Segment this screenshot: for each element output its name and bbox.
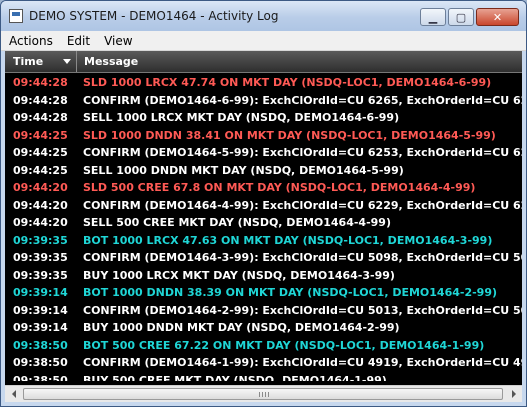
window-controls: ▁ ▢ ✕ bbox=[420, 8, 519, 26]
row-message: BOT 1000 DNDN 38.39 ON MKT DAY (NSDQ-LOC… bbox=[83, 286, 498, 300]
scroll-left-icon bbox=[11, 390, 16, 398]
menu-view[interactable]: View bbox=[97, 34, 139, 48]
horizontal-scrollbar[interactable] bbox=[5, 385, 522, 402]
row-time: 09:39:14 bbox=[13, 303, 68, 317]
table-row[interactable]: 09:39:35 CONFIRM (DEMO1464-3-99): ExchClO… bbox=[5, 249, 522, 267]
table-row[interactable]: 09:44:25 SELL 1000 DNDN MKT DAY (NSDQ, DE… bbox=[5, 162, 522, 180]
row-message: SLD 1000 LRCX 47.74 ON MKT DAY (NSDQ-LOC… bbox=[83, 76, 492, 90]
column-header-time-label: Time bbox=[13, 55, 44, 68]
table-row[interactable]: 09:39:14 CONFIRM (DEMO1464-2-99): ExchClO… bbox=[5, 302, 522, 320]
close-button[interactable]: ✕ bbox=[476, 8, 519, 26]
scrollbar-grip-icon bbox=[259, 392, 269, 397]
row-time: 09:44:28 bbox=[13, 111, 68, 125]
table-row[interactable]: 09:44:25 SLD 1000 DNDN 38.41 ON MKT DAY (… bbox=[5, 127, 522, 145]
table-row[interactable]: 09:38:50 BOT 500 CREE 67.22 ON MKT DAY (N… bbox=[5, 337, 522, 355]
column-header-time[interactable]: Time bbox=[5, 51, 77, 72]
row-message: BUY 1000 DNDN MKT DAY (NSDQ, DEMO1464-2-… bbox=[83, 321, 400, 335]
row-message: SELL 1000 LRCX MKT DAY (NSDQ, DEMO1464-6… bbox=[83, 111, 400, 125]
scroll-left-button[interactable] bbox=[5, 386, 22, 402]
minimize-icon: ▁ bbox=[428, 10, 438, 24]
row-message: CONFIRM (DEMO1464-1-99): ExchClOrdId=CU … bbox=[83, 356, 522, 370]
table-row[interactable]: 09:44:28 SELL 1000 LRCX MKT DAY (NSDQ, DE… bbox=[5, 109, 522, 127]
table-row[interactable]: 09:39:35 BUY 1000 LRCX MKT DAY (NSDQ, DEM… bbox=[5, 267, 522, 285]
row-time: 09:44:25 bbox=[13, 146, 68, 160]
row-message: CONFIRM (DEMO1464-3-99): ExchClOrdId=CU … bbox=[83, 251, 522, 265]
column-header-message-label: Message bbox=[84, 55, 139, 68]
table-row[interactable]: 09:38:50 CONFIRM (DEMO1464-1-99): ExchClO… bbox=[5, 354, 522, 372]
menu-edit[interactable]: Edit bbox=[60, 34, 97, 48]
sort-descending-icon[interactable] bbox=[63, 59, 71, 64]
menu-bar: Actions Edit View bbox=[1, 31, 526, 51]
column-header-message[interactable]: Message bbox=[77, 51, 138, 72]
row-message: SLD 500 CREE 67.8 ON MKT DAY (NSDQ-LOC1,… bbox=[83, 181, 476, 195]
row-time: 09:38:50 bbox=[13, 373, 68, 381]
row-time: 09:44:28 bbox=[13, 93, 68, 107]
row-time: 09:44:25 bbox=[13, 163, 68, 177]
scroll-right-icon bbox=[511, 390, 516, 398]
maximize-icon: ▢ bbox=[455, 10, 467, 24]
activity-log-table: Time Message 09:44:28 SLD 1000 LRCX 47.74… bbox=[5, 51, 522, 402]
row-time: 09:39:35 bbox=[13, 233, 68, 247]
row-message: BUY 1000 LRCX MKT DAY (NSDQ, DEMO1464-3-… bbox=[83, 268, 395, 282]
row-time: 09:39:35 bbox=[13, 268, 68, 282]
row-message: CONFIRM (DEMO1464-6-99): ExchClOrdId=CU … bbox=[83, 93, 522, 107]
table-row[interactable]: 09:44:20 SLD 500 CREE 67.8 ON MKT DAY (NS… bbox=[5, 179, 522, 197]
table-row[interactable]: 09:39:14 BUY 1000 DNDN MKT DAY (NSDQ, DEM… bbox=[5, 319, 522, 337]
log-rows: 09:44:28 SLD 1000 LRCX 47.74 ON MKT DAY (… bbox=[5, 74, 522, 381]
row-time: 09:38:50 bbox=[13, 338, 68, 352]
app-window-icon[interactable] bbox=[9, 9, 23, 23]
table-row[interactable]: 09:44:28 CONFIRM (DEMO1464-6-99): ExchClO… bbox=[5, 92, 522, 110]
row-message: CONFIRM (DEMO1464-2-99): ExchClOrdId=CU … bbox=[83, 303, 522, 317]
row-message: CONFIRM (DEMO1464-5-99): ExchClOrdId=CU … bbox=[83, 146, 522, 160]
scrollbar-thumb[interactable] bbox=[23, 388, 503, 400]
row-time: 09:44:20 bbox=[13, 198, 68, 212]
table-row[interactable]: 09:39:35 BOT 1000 LRCX 47.63 ON MKT DAY (… bbox=[5, 232, 522, 250]
table-row[interactable]: 09:44:20 SELL 500 CREE MKT DAY (NSDQ, DEM… bbox=[5, 214, 522, 232]
table-row[interactable]: 09:39:14 BOT 1000 DNDN 38.39 ON MKT DAY (… bbox=[5, 284, 522, 302]
activity-log-window: DEMO SYSTEM - DEMO1464 - Activity Log ▁ … bbox=[0, 0, 527, 407]
maximize-button[interactable]: ▢ bbox=[448, 8, 474, 26]
minimize-button[interactable]: ▁ bbox=[420, 8, 446, 26]
row-time: 09:44:25 bbox=[13, 128, 68, 142]
row-time: 09:44:20 bbox=[13, 181, 68, 195]
scroll-right-button[interactable] bbox=[505, 386, 522, 402]
table-row[interactable]: 09:44:25 CONFIRM (DEMO1464-5-99): ExchClO… bbox=[5, 144, 522, 162]
row-message: SELL 1000 DNDN MKT DAY (NSDQ, DEMO1464-5… bbox=[83, 163, 404, 177]
row-message: BUY 500 CREE MKT DAY (NSDQ, DEMO1464-1-9… bbox=[83, 373, 387, 381]
window-title: DEMO SYSTEM - DEMO1464 - Activity Log bbox=[29, 9, 279, 23]
row-time: 09:44:28 bbox=[13, 76, 68, 90]
table-row[interactable]: 09:44:20 CONFIRM (DEMO1464-4-99): ExchClO… bbox=[5, 197, 522, 215]
close-icon: ✕ bbox=[492, 10, 503, 24]
row-message: CONFIRM (DEMO1464-4-99): ExchClOrdId=CU … bbox=[83, 198, 522, 212]
row-message: SLD 1000 DNDN 38.41 ON MKT DAY (NSDQ-LOC… bbox=[83, 128, 496, 142]
table-row[interactable]: 09:44:28 SLD 1000 LRCX 47.74 ON MKT DAY (… bbox=[5, 74, 522, 92]
table-row[interactable]: 09:38:50 BUY 500 CREE MKT DAY (NSDQ, DEMO… bbox=[5, 372, 522, 381]
row-time: 09:39:35 bbox=[13, 251, 68, 265]
row-time: 09:44:20 bbox=[13, 216, 68, 230]
row-message: BOT 500 CREE 67.22 ON MKT DAY (NSDQ-LOC1… bbox=[83, 338, 485, 352]
menu-actions[interactable]: Actions bbox=[1, 34, 60, 48]
row-time: 09:39:14 bbox=[13, 321, 68, 335]
row-message: BOT 1000 LRCX 47.63 ON MKT DAY (NSDQ-LOC… bbox=[83, 233, 493, 247]
row-message: SELL 500 CREE MKT DAY (NSDQ, DEMO1464-4-… bbox=[83, 216, 391, 230]
table-header: Time Message bbox=[5, 51, 522, 73]
row-time: 09:39:14 bbox=[13, 286, 68, 300]
row-time: 09:38:50 bbox=[13, 356, 68, 370]
title-bar[interactable]: DEMO SYSTEM - DEMO1464 - Activity Log ▁ … bbox=[1, 1, 526, 31]
